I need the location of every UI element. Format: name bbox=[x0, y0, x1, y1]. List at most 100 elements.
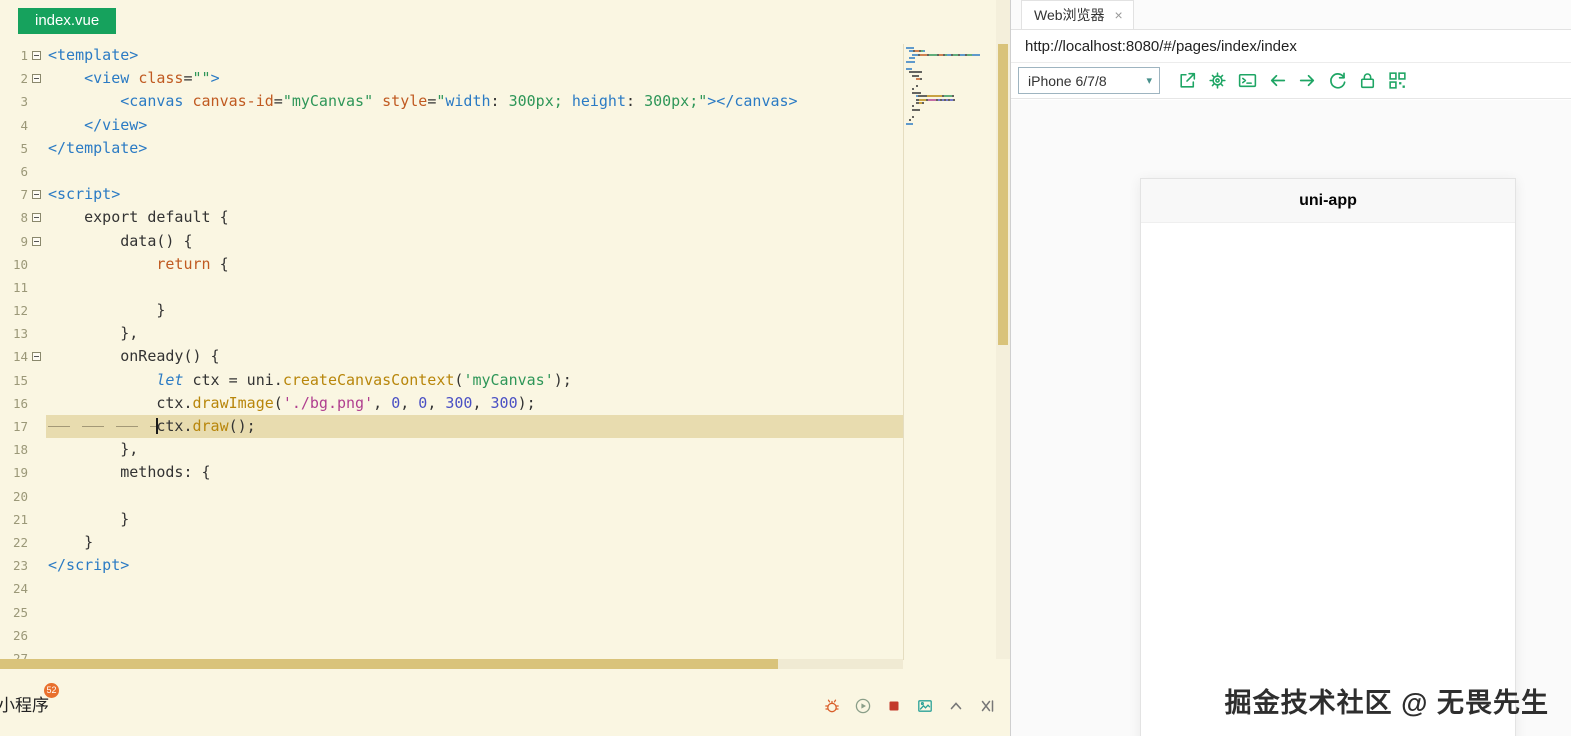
code-line-11[interactable]: 11 bbox=[0, 276, 903, 299]
line-number: 24 bbox=[0, 577, 28, 600]
minimap-line bbox=[906, 47, 994, 49]
code-text[interactable]: </view> bbox=[46, 114, 903, 137]
code-line-10[interactable]: 10 return { bbox=[0, 253, 903, 276]
code-text[interactable]: } bbox=[46, 531, 903, 554]
stop-icon[interactable] bbox=[885, 697, 903, 715]
code-line-18[interactable]: 18 }, bbox=[0, 438, 903, 461]
fold-marker-icon[interactable] bbox=[32, 352, 41, 361]
code-text[interactable]: return { bbox=[46, 253, 903, 276]
code-line-2[interactable]: 2 <view class=""> bbox=[0, 67, 903, 90]
browser-content: uni-app 掘金技术社区 @ 无畏先生 bbox=[1011, 100, 1571, 736]
code-line-9[interactable]: 9 data() { bbox=[0, 230, 903, 253]
notification-badge: 52 bbox=[44, 683, 59, 698]
code-text[interactable]: <script> bbox=[46, 183, 903, 206]
code-text[interactable] bbox=[46, 160, 903, 183]
code-line-4[interactable]: 4 </view> bbox=[0, 114, 903, 137]
code-line-26[interactable]: 26 bbox=[0, 624, 903, 647]
fold-marker-icon[interactable] bbox=[32, 74, 41, 83]
horizontal-scrollbar[interactable] bbox=[0, 659, 903, 669]
code-text[interactable]: </template> bbox=[46, 137, 903, 160]
vertical-scrollbar[interactable] bbox=[996, 0, 1010, 659]
code-line-6[interactable]: 6 bbox=[0, 160, 903, 183]
fold-column bbox=[28, 253, 46, 276]
fold-marker-icon[interactable] bbox=[32, 51, 41, 60]
qr-code-icon[interactable] bbox=[1387, 70, 1408, 91]
code-text[interactable]: } bbox=[46, 508, 903, 531]
fold-column bbox=[28, 369, 46, 392]
code-text[interactable]: ctx.drawImage('./bg.png', 0, 0, 300, 300… bbox=[46, 392, 903, 415]
lock-icon[interactable] bbox=[1357, 70, 1378, 91]
code-text[interactable]: let ctx = uni.createCanvasContext('myCan… bbox=[46, 369, 903, 392]
browser-tab-web[interactable]: Web浏览器 × bbox=[1021, 0, 1134, 29]
statusbar-label-miniprogram[interactable]: 小程序 52 bbox=[0, 691, 49, 716]
code-text[interactable]: ctx.draw(); bbox=[46, 415, 903, 438]
code-line-17[interactable]: 17 ctx.draw(); bbox=[0, 415, 903, 438]
code-line-25[interactable]: 25 bbox=[0, 601, 903, 624]
vertical-scrollbar-thumb[interactable] bbox=[998, 44, 1008, 345]
line-number: 12 bbox=[0, 299, 28, 322]
debug-icon[interactable] bbox=[823, 697, 841, 715]
code-line-20[interactable]: 20 bbox=[0, 485, 903, 508]
code-text[interactable]: methods: { bbox=[46, 461, 903, 484]
refresh-icon[interactable] bbox=[1327, 70, 1348, 91]
code-line-3[interactable]: 3 <canvas canvas-id="myCanvas" style="wi… bbox=[0, 90, 903, 113]
fold-marker-icon[interactable] bbox=[32, 213, 41, 222]
code-text[interactable]: <canvas canvas-id="myCanvas" style="widt… bbox=[46, 90, 903, 113]
code-text[interactable]: }, bbox=[46, 322, 903, 345]
code-line-7[interactable]: 7<script> bbox=[0, 183, 903, 206]
code-line-13[interactable]: 13 }, bbox=[0, 322, 903, 345]
code-text[interactable] bbox=[46, 601, 903, 624]
code-text[interactable] bbox=[46, 577, 903, 600]
fold-column bbox=[28, 322, 46, 345]
code-line-22[interactable]: 22 } bbox=[0, 531, 903, 554]
code-text[interactable] bbox=[46, 276, 903, 299]
run-icon[interactable] bbox=[854, 697, 872, 715]
code-text[interactable] bbox=[46, 624, 903, 647]
code-line-15[interactable]: 15 let ctx = uni.createCanvasContext('my… bbox=[0, 369, 903, 392]
code-text[interactable]: </script> bbox=[46, 554, 903, 577]
dropdown-caret-icon: ▾ bbox=[1146, 74, 1152, 87]
fold-column bbox=[28, 67, 46, 90]
minimap-line bbox=[906, 112, 994, 114]
minimap[interactable] bbox=[906, 47, 994, 140]
minimap-line bbox=[906, 85, 994, 87]
code-line-16[interactable]: 16 ctx.drawImage('./bg.png', 0, 0, 300, … bbox=[0, 392, 903, 415]
collapse-panel-icon[interactable] bbox=[947, 697, 965, 715]
device-selector[interactable]: iPhone 6/7/8 ▾ bbox=[1018, 67, 1160, 94]
code-line-23[interactable]: 23</script> bbox=[0, 554, 903, 577]
tab-close-icon[interactable]: × bbox=[1115, 7, 1123, 23]
screenshot-icon[interactable] bbox=[916, 697, 934, 715]
minimap-line bbox=[906, 81, 994, 83]
code-line-5[interactable]: 5</template> bbox=[0, 137, 903, 160]
code-line-19[interactable]: 19 methods: { bbox=[0, 461, 903, 484]
line-number: 18 bbox=[0, 438, 28, 461]
back-icon[interactable] bbox=[1267, 70, 1288, 91]
code-line-21[interactable]: 21 } bbox=[0, 508, 903, 531]
code-line-12[interactable]: 12 } bbox=[0, 299, 903, 322]
code-line-14[interactable]: 14 onReady() { bbox=[0, 345, 903, 368]
code-line-8[interactable]: 8 export default { bbox=[0, 206, 903, 229]
code-text[interactable] bbox=[46, 485, 903, 508]
fold-marker-icon[interactable] bbox=[32, 190, 41, 199]
code-text[interactable]: export default { bbox=[46, 206, 903, 229]
open-external-icon[interactable] bbox=[1177, 70, 1198, 91]
close-console-icon[interactable] bbox=[978, 697, 996, 715]
editor-tab-index-vue[interactable]: index.vue bbox=[18, 8, 116, 34]
code-text[interactable]: }, bbox=[46, 438, 903, 461]
fold-marker-icon[interactable] bbox=[32, 237, 41, 246]
horizontal-scrollbar-thumb[interactable] bbox=[0, 659, 778, 669]
code-line-24[interactable]: 24 bbox=[0, 577, 903, 600]
url-bar[interactable]: http://localhost:8080/#/pages/index/inde… bbox=[1011, 30, 1571, 63]
minimap-line bbox=[906, 75, 994, 77]
code-text[interactable]: data() { bbox=[46, 230, 903, 253]
forward-icon[interactable] bbox=[1297, 70, 1318, 91]
code-text[interactable]: <view class=""> bbox=[46, 67, 903, 90]
minimap-line bbox=[906, 119, 994, 121]
console-icon[interactable] bbox=[1237, 70, 1258, 91]
code-text[interactable]: <template> bbox=[46, 44, 903, 67]
code-line-1[interactable]: 1<template> bbox=[0, 44, 903, 67]
code-text[interactable]: onReady() { bbox=[46, 345, 903, 368]
settings-icon[interactable] bbox=[1207, 70, 1228, 91]
code-text[interactable]: } bbox=[46, 299, 903, 322]
minimap-line bbox=[906, 50, 994, 52]
